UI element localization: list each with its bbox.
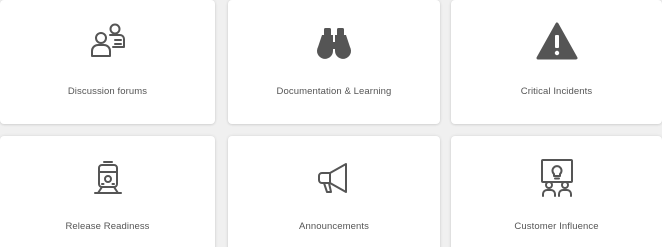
tile-label: Critical Incidents	[520, 86, 593, 97]
tile-label: Documentation & Learning	[276, 86, 392, 97]
binoculars-icon	[310, 18, 358, 66]
tile-discussion-forums[interactable]: Discussion forums	[0, 0, 215, 124]
discussion-users-icon	[84, 18, 132, 66]
tile-grid: Discussion forums Documentation & Learni…	[0, 0, 662, 247]
tile-label: Release Readiness	[65, 221, 150, 232]
tile-critical-incidents[interactable]: Critical Incidents	[451, 0, 662, 124]
train-icon	[84, 154, 132, 202]
tile-announcements[interactable]: Announcements	[228, 136, 440, 247]
tile-customer-influence[interactable]: Customer Influence	[451, 136, 662, 247]
tile-label: Discussion forums	[67, 86, 148, 97]
warning-icon	[533, 18, 581, 66]
megaphone-icon	[310, 154, 358, 202]
tile-label: Announcements	[299, 221, 369, 232]
presentation-lightbulb-icon	[533, 154, 581, 202]
tile-release-readiness[interactable]: Release Readiness	[0, 136, 215, 247]
tile-documentation-learning[interactable]: Documentation & Learning	[228, 0, 440, 124]
tile-label: Customer Influence	[514, 221, 599, 232]
